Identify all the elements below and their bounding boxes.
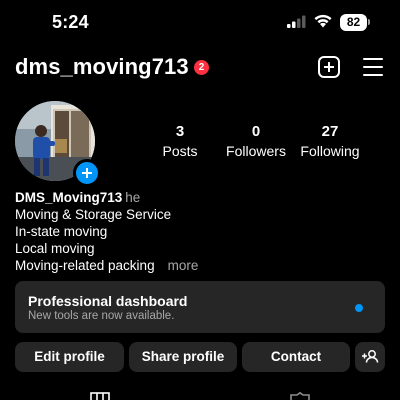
create-button[interactable] — [318, 56, 340, 78]
stat-following[interactable]: 27 Following — [290, 123, 370, 161]
cellular-signal-icon — [287, 15, 306, 28]
more-link[interactable]: more — [168, 258, 199, 273]
bio-line: Moving-related packing — [15, 258, 155, 273]
notification-badge: 2 — [194, 60, 209, 75]
professional-dashboard[interactable]: Professional dashboard New tools are now… — [15, 281, 385, 333]
menu-line-icon — [363, 58, 383, 60]
menu-button[interactable] — [363, 58, 383, 76]
profile-username[interactable]: dms_moving713 — [15, 54, 189, 80]
stat-count: 3 — [175, 123, 185, 140]
bio-line: Local moving — [15, 241, 95, 256]
pronoun: he — [125, 190, 141, 205]
display-name: DMS_Moving713 — [15, 190, 123, 205]
stat-followers[interactable]: 0 Followers — [216, 123, 296, 161]
dashboard-title: Professional dashboard — [28, 293, 188, 309]
add-story-button[interactable] — [73, 159, 101, 187]
stat-label: Posts — [162, 143, 198, 159]
stat-posts[interactable]: 3 Posts — [140, 123, 220, 161]
status-time: 5:24 — [52, 12, 89, 32]
bio-name-line: DMS_Moving713 he — [15, 189, 198, 206]
bio: DMS_Moving713 he Moving & Storage Service… — [15, 189, 198, 274]
status-bar: 5:24 82 — [0, 0, 400, 46]
new-indicator-dot — [355, 304, 363, 312]
contact-button[interactable]: Contact — [242, 342, 350, 372]
bio-line: In-state moving — [15, 224, 108, 239]
menu-line-icon — [363, 66, 383, 68]
grid-icon[interactable] — [90, 392, 110, 400]
tagged-icon[interactable] — [289, 392, 311, 400]
add-person-icon — [362, 350, 379, 363]
stat-count: 0 — [251, 123, 261, 140]
bio-line-last: Moving-related packing more — [15, 257, 198, 274]
stat-label: Following — [300, 143, 360, 159]
battery-level: 82 — [346, 15, 361, 29]
battery-indicator: 82 — [340, 14, 367, 31]
wifi-icon — [314, 14, 332, 28]
dashboard-subtitle: New tools are now available. — [28, 310, 175, 322]
stat-count: 27 — [321, 123, 339, 140]
edit-profile-button[interactable]: Edit profile — [15, 342, 124, 372]
discover-people-button[interactable] — [355, 342, 385, 372]
menu-line-icon — [363, 74, 383, 76]
bio-line: Moving & Storage Service — [15, 207, 172, 222]
stat-label: Followers — [226, 143, 286, 159]
share-profile-button[interactable]: Share profile — [129, 342, 237, 372]
battery-cap — [368, 19, 370, 25]
